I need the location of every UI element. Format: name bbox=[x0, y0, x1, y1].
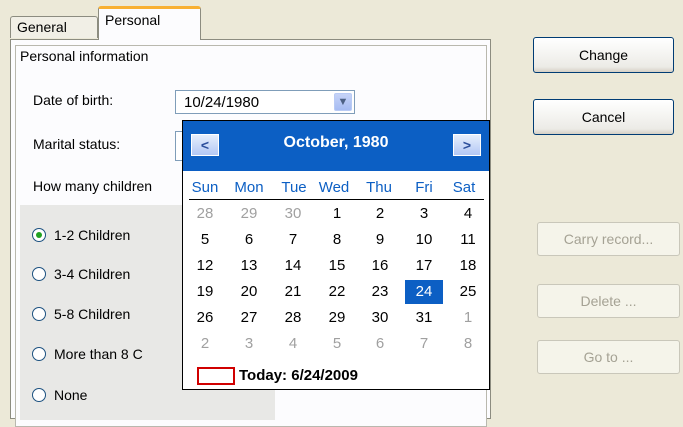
delete-button[interactable]: Delete ... bbox=[537, 284, 680, 318]
calendar-popup: October, 1980 < > Sun Mon Tue Wed Thu Fri Sat … bbox=[182, 120, 490, 390]
calendar-dow-label: Thu bbox=[366, 179, 392, 196]
calendar-day[interactable]: 28 bbox=[186, 202, 224, 226]
radio-option[interactable]: 5-8 Children bbox=[32, 306, 130, 322]
tab-general[interactable]: General bbox=[10, 16, 98, 38]
radio-button-icon[interactable] bbox=[32, 307, 46, 321]
radio-button-icon[interactable] bbox=[32, 347, 46, 361]
calendar-day[interactable]: 7 bbox=[405, 332, 443, 356]
calendar-day[interactable]: 6 bbox=[361, 332, 399, 356]
calendar-day[interactable]: 3 bbox=[405, 202, 443, 226]
radio-label: 1-2 Children bbox=[54, 227, 131, 243]
calendar-day[interactable]: 19 bbox=[186, 280, 224, 304]
calendar-day[interactable]: 2 bbox=[186, 332, 224, 356]
group-title: Personal information bbox=[20, 48, 149, 64]
carry-record-button[interactable]: Carry record... bbox=[537, 222, 680, 256]
today-marker-icon bbox=[197, 367, 235, 385]
children-label: How many children bbox=[33, 178, 153, 194]
calendar-dow-label: Sat bbox=[452, 179, 476, 196]
cancel-button[interactable]: Cancel bbox=[533, 99, 674, 135]
goto-button[interactable]: Go to ... bbox=[537, 340, 680, 374]
calendar-day[interactable]: 3 bbox=[230, 332, 268, 356]
calendar-divider bbox=[189, 199, 484, 200]
radio-option[interactable]: 3-4 Children bbox=[32, 266, 130, 282]
dob-label: Date of birth: bbox=[33, 92, 114, 108]
calendar-title: October, 1980 bbox=[283, 134, 389, 151]
calendar-dow-label: Mon bbox=[234, 179, 264, 196]
calendar-day[interactable]: 28 bbox=[274, 306, 312, 330]
calendar-day[interactable]: 16 bbox=[361, 254, 399, 278]
calendar-day[interactable]: 8 bbox=[318, 228, 356, 252]
calendar-day[interactable]: 29 bbox=[318, 306, 356, 330]
radio-button-icon[interactable] bbox=[32, 267, 46, 281]
calendar-dow-label: Sun bbox=[191, 179, 219, 196]
chevron-down-icon[interactable]: ▼ bbox=[334, 93, 352, 111]
calendar-day[interactable]: 1 bbox=[449, 306, 487, 330]
calendar-day[interactable]: 29 bbox=[230, 202, 268, 226]
calendar-day[interactable]: 30 bbox=[274, 202, 312, 226]
calendar-day[interactable]: 31 bbox=[405, 306, 443, 330]
calendar-day[interactable]: 5 bbox=[186, 228, 224, 252]
calendar-day[interactable]: 10 bbox=[405, 228, 443, 252]
calendar-day[interactable]: 18 bbox=[449, 254, 487, 278]
calendar-day[interactable]: 5 bbox=[318, 332, 356, 356]
calendar-day[interactable]: 22 bbox=[318, 280, 356, 304]
prev-month-button[interactable]: < bbox=[191, 134, 219, 156]
calendar-day[interactable]: 27 bbox=[230, 306, 268, 330]
radio-label: More than 8 C bbox=[54, 346, 143, 362]
calendar-dow-label: Tue bbox=[281, 179, 307, 196]
calendar-day[interactable]: 17 bbox=[405, 254, 443, 278]
radio-option[interactable]: None bbox=[32, 387, 87, 403]
calendar-day[interactable]: 7 bbox=[274, 228, 312, 252]
calendar-day[interactable]: 8 bbox=[449, 332, 487, 356]
calendar-day[interactable]: 20 bbox=[230, 280, 268, 304]
radio-button-icon[interactable] bbox=[32, 388, 46, 402]
calendar-day[interactable]: 25 bbox=[449, 280, 487, 304]
calendar-day[interactable]: 9 bbox=[361, 228, 399, 252]
calendar-dow-label: Wed bbox=[318, 179, 350, 196]
calendar-day[interactable]: 6 bbox=[230, 228, 268, 252]
calendar-day[interactable]: 4 bbox=[449, 202, 487, 226]
calendar-day[interactable]: 26 bbox=[186, 306, 224, 330]
next-month-button[interactable]: > bbox=[453, 134, 481, 156]
radio-button-icon[interactable] bbox=[32, 228, 46, 242]
calendar-day[interactable]: 30 bbox=[361, 306, 399, 330]
tab-personal[interactable]: Personal bbox=[98, 6, 201, 40]
marital-label: Marital status: bbox=[33, 136, 121, 152]
calendar-day[interactable]: 1 bbox=[318, 202, 356, 226]
radio-option[interactable]: 1-2 Children bbox=[32, 227, 130, 243]
calendar-day[interactable]: 4 bbox=[274, 332, 312, 356]
calendar-day[interactable]: 12 bbox=[186, 254, 224, 278]
change-button[interactable]: Change bbox=[533, 37, 674, 73]
calendar-day[interactable]: 24 bbox=[405, 280, 443, 304]
calendar-day[interactable]: 2 bbox=[361, 202, 399, 226]
calendar-day[interactable]: 14 bbox=[274, 254, 312, 278]
dob-combo[interactable]: 10/24/1980 ▼ bbox=[175, 90, 355, 114]
today-link[interactable]: Today: 6/24/2009 bbox=[239, 367, 358, 384]
calendar-day[interactable]: 13 bbox=[230, 254, 268, 278]
calendar-day[interactable]: 11 bbox=[449, 228, 487, 252]
radio-label: 3-4 Children bbox=[54, 266, 131, 282]
calendar-dow-label: Fri bbox=[415, 179, 433, 196]
calendar-header: October, 1980 < > bbox=[183, 121, 489, 171]
calendar-day[interactable]: 21 bbox=[274, 280, 312, 304]
calendar-day[interactable]: 23 bbox=[361, 280, 399, 304]
radio-label: 5-8 Children bbox=[54, 306, 131, 322]
calendar-day[interactable]: 15 bbox=[318, 254, 356, 278]
dob-value: 10/24/1980 bbox=[184, 94, 260, 111]
radio-label: None bbox=[54, 387, 88, 403]
radio-option[interactable]: More than 8 C bbox=[32, 346, 143, 362]
